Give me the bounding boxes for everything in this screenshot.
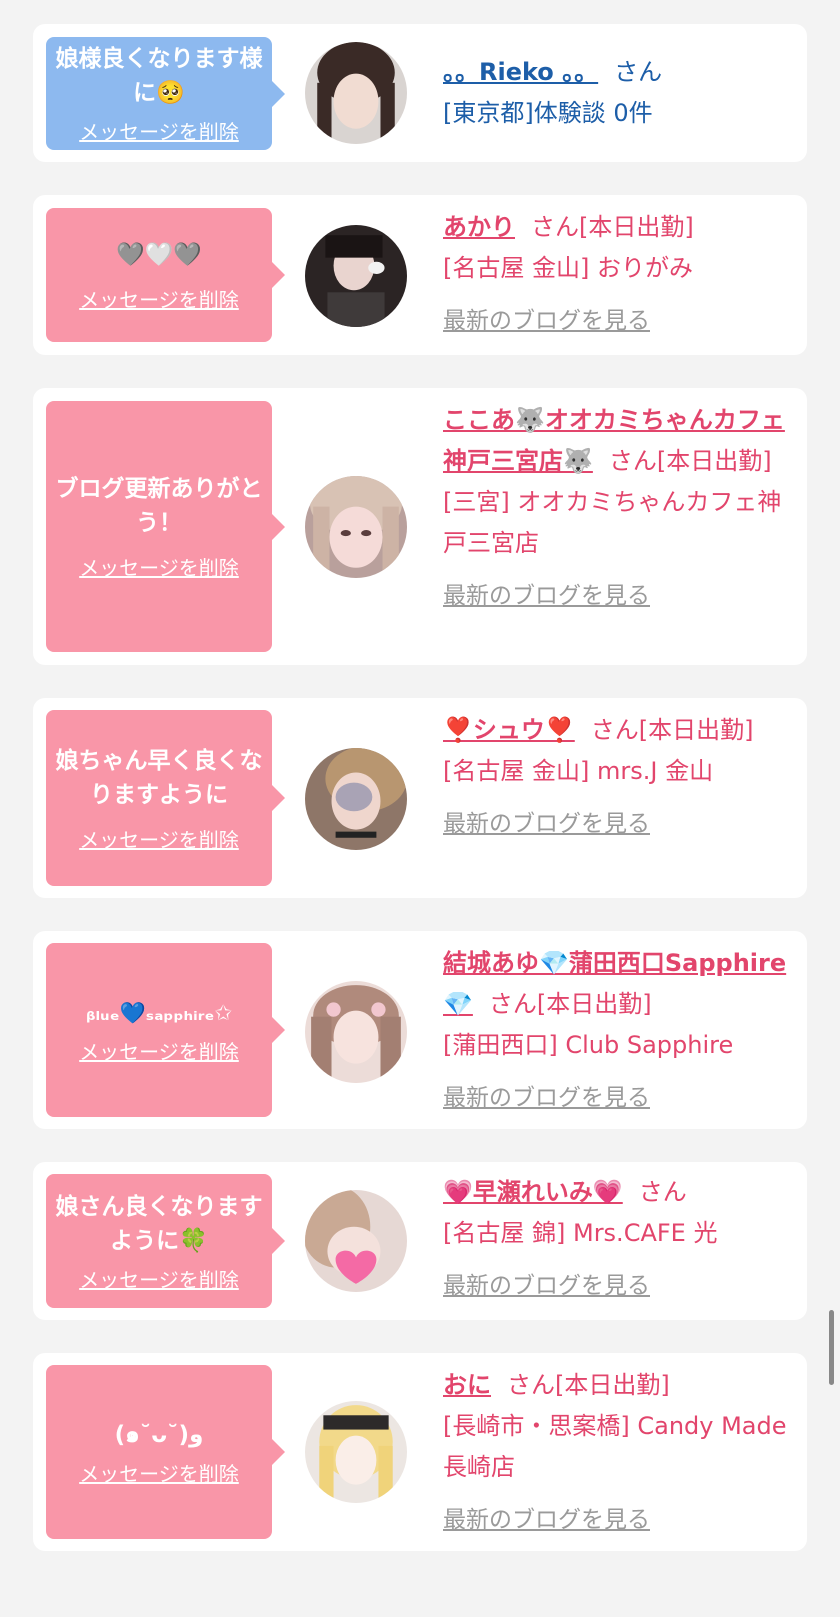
- avatar[interactable]: [305, 476, 407, 578]
- message-bubble: 娘さん良くなりますように🍀 メッセージを削除: [46, 1174, 285, 1308]
- avatar[interactable]: [305, 748, 407, 850]
- delete-message-link[interactable]: メッセージを削除: [79, 116, 239, 145]
- message-text: (๑˘ᴗ˘)و: [114, 1421, 204, 1448]
- name-suffix: さん: [614, 58, 663, 86]
- avatar[interactable]: [305, 981, 407, 1083]
- scrollbar[interactable]: [829, 1310, 834, 1385]
- latest-blog-link[interactable]: 最新のブログを見る: [443, 1500, 650, 1541]
- message-card: 娘さん良くなりますように🍀 メッセージを削除 💗早瀬れいみ💗 さん [名古屋 錦]…: [33, 1162, 807, 1320]
- latest-blog-link[interactable]: 最新のブログを見る: [443, 804, 650, 845]
- latest-blog-link[interactable]: 最新のブログを見る: [443, 1266, 650, 1307]
- name-suffix: さん: [638, 1178, 687, 1206]
- delete-message-link[interactable]: メッセージを削除: [79, 1458, 239, 1487]
- message-card: (๑˘ᴗ˘)و メッセージを削除 おに さん[本日出勤] [長崎市・思案橋] Ca…: [33, 1353, 807, 1551]
- message-bubble: 🩶🤍🩶 メッセージを削除: [46, 208, 285, 342]
- avatar[interactable]: [305, 42, 407, 144]
- profile-info: あかり さん[本日出勤] [名古屋 金山] おりがみ 最新のブログを見る: [443, 207, 793, 342]
- avatar[interactable]: [305, 225, 407, 327]
- profile-name-link[interactable]: 。。Rieko 。。: [443, 58, 598, 86]
- latest-blog-link[interactable]: 最新のブログを見る: [443, 1078, 650, 1119]
- message-bubble: (๑˘ᴗ˘)و メッセージを削除: [46, 1365, 285, 1539]
- message-text: ᵦₗᵤₑ💙ₛₐₚₚₕᵢᵣₑ✩: [85, 1000, 232, 1025]
- shop-info: [名古屋 金山] おりがみ: [443, 254, 693, 282]
- message-text: 🩶🤍🩶: [116, 241, 202, 268]
- shop-info: [名古屋 金山] mrs.J 金山: [443, 757, 714, 785]
- message-bubble: ᵦₗᵤₑ💙ₛₐₚₚₕᵢᵣₑ✩ メッセージを削除: [46, 943, 285, 1117]
- name-suffix: さん[本日出勤]: [531, 213, 694, 241]
- profile-info: 💗早瀬れいみ💗 さん [名古屋 錦] Mrs.CAFE 光 最新のブログを見る: [443, 1172, 793, 1307]
- message-text: 娘ちゃん早く良くなりますように: [55, 747, 263, 808]
- delete-message-link[interactable]: メッセージを削除: [79, 1264, 239, 1293]
- message-card: ᵦₗᵤₑ💙ₛₐₚₚₕᵢᵣₑ✩ メッセージを削除 結城あゆ💎蒲田西口Sapphir…: [33, 931, 807, 1129]
- message-bubble: ブログ更新ありがとう！ メッセージを削除: [46, 401, 285, 652]
- delete-message-link[interactable]: メッセージを削除: [79, 1036, 239, 1065]
- delete-message-link[interactable]: メッセージを削除: [79, 824, 239, 853]
- profile-name-link[interactable]: 💗早瀬れいみ💗: [443, 1178, 623, 1206]
- name-suffix: さん[本日出勤]: [608, 447, 772, 475]
- message-text: 娘様良くなります様に🥺: [55, 46, 263, 106]
- message-card: 娘様良くなります様に🥺 メッセージを削除 。。Rieko 。。 さん [東京都]体…: [33, 24, 807, 162]
- delete-message-link[interactable]: メッセージを削除: [79, 552, 239, 581]
- profile-name-link[interactable]: あかり: [443, 213, 515, 241]
- delete-message-link[interactable]: メッセージを削除: [79, 284, 239, 313]
- name-suffix: さん[本日出勤]: [507, 1371, 670, 1399]
- profile-name-link[interactable]: おに: [443, 1371, 491, 1399]
- name-suffix: さん[本日出勤]: [590, 716, 754, 744]
- avatar[interactable]: [305, 1401, 407, 1503]
- profile-info: 。。Rieko 。。 さん [東京都]体験談 0件: [443, 52, 793, 134]
- message-bubble: 娘ちゃん早く良くなりますように メッセージを削除: [46, 710, 285, 886]
- shop-info: [名古屋 錦] Mrs.CAFE 光: [443, 1219, 718, 1247]
- profile-info: ここあ🐺オオカミちゃんカフェ神戸三宮店🐺 さん[本日出勤] [三宮] オオカミちゃ…: [443, 400, 788, 617]
- message-card: 🩶🤍🩶 メッセージを削除 あかり さん[本日出勤] [名古屋 金山] おりがみ 最…: [33, 195, 807, 355]
- shop-info: [三宮] オオカミちゃんカフェ神戸三宮店: [443, 488, 782, 557]
- message-card: ブログ更新ありがとう！ メッセージを削除 ここあ🐺オオカミちゃんカフェ神戸三宮店…: [33, 388, 807, 665]
- profile-info: おに さん[本日出勤] [長崎市・思案橋] Candy Made 長崎店 最新のブ…: [443, 1365, 793, 1541]
- profile-info: ❣️シュウ❣️ さん[本日出勤] [名古屋 金山] mrs.J 金山 最新のブログ…: [443, 710, 793, 845]
- shop-info: [東京都]体験談 0件: [443, 99, 653, 127]
- profile-name-link[interactable]: ❣️シュウ❣️: [443, 716, 575, 744]
- latest-blog-link[interactable]: 最新のブログを見る: [443, 576, 650, 617]
- message-text: ブログ更新ありがとう！: [55, 476, 263, 536]
- name-suffix: さん[本日出勤]: [488, 990, 652, 1018]
- message-card: 娘ちゃん早く良くなりますように メッセージを削除 ❣️シュウ❣️ さん[本日出勤]…: [33, 698, 807, 898]
- profile-info: 結城あゆ💎蒲田西口Sapphire💎 さん[本日出勤] [蒲田西口] Club S…: [443, 943, 793, 1119]
- shop-info: [蒲田西口] Club Sapphire: [443, 1031, 734, 1059]
- message-text: 娘さん良くなりますように🍀: [55, 1193, 263, 1254]
- latest-blog-link[interactable]: 最新のブログを見る: [443, 301, 650, 342]
- message-bubble: 娘様良くなります様に🥺 メッセージを削除: [46, 37, 285, 150]
- avatar[interactable]: [305, 1190, 407, 1292]
- shop-info: [長崎市・思案橋] Candy Made 長崎店: [443, 1412, 787, 1481]
